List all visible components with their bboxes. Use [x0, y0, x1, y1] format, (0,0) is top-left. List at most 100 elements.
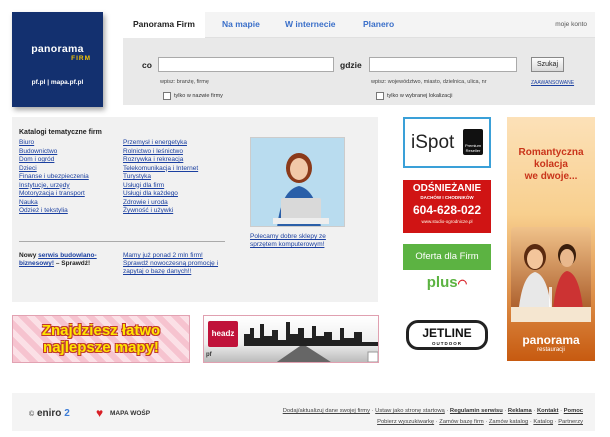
snow-removal-ad[interactable]: ODŚNIEŻANIE DACHÓW I CHODNIKÓW 604-628-0… — [403, 180, 491, 233]
catalog-link[interactable]: Dom i ogród — [19, 156, 89, 165]
wosp-text: MAPA WOŚP — [110, 409, 151, 417]
catalog-column-1: Biuro Budownictwo Dom i ogród Dzieci Fin… — [19, 139, 89, 216]
catalog-link[interactable]: Instytucje, urzędy — [19, 182, 89, 191]
footer-links-row2: Pobierz wyszukiwarkę · Zamów bazę firm ·… — [377, 419, 583, 425]
what-label: co — [142, 60, 152, 70]
restaurant-ad-line3: we dwoje... — [524, 171, 578, 182]
woman-laptop-photo[interactable] — [250, 137, 345, 227]
wosp-map-link[interactable]: ♥ MAPA WOŚP — [96, 406, 151, 420]
footer-link-terms[interactable]: Regulamin serwisu — [450, 408, 503, 414]
catalog-link[interactable]: Finanse i ubezpieczenia — [19, 173, 89, 182]
catalog-link[interactable]: Usługi dla firm — [123, 182, 198, 191]
what-input[interactable] — [158, 57, 334, 72]
search-button[interactable]: Szukaj — [531, 57, 564, 72]
restaurant-ad[interactable]: Romantyczna kolacja we dwoje... panorama… — [507, 117, 595, 361]
plus-offer-title: Oferta dla Firm — [403, 244, 491, 270]
logo-text: panorama — [31, 43, 84, 55]
maps-banner[interactable]: Znajdziesz łatwo najlepsze mapy! — [12, 315, 190, 363]
footer-link-advertising[interactable]: Reklama — [508, 408, 532, 414]
ispot-text: iSpot — [411, 132, 455, 153]
tab-planero[interactable]: Planero — [363, 19, 394, 29]
catalog-link[interactable]: Motoryzacja i transport — [19, 190, 89, 199]
plus-logo: plus◠ — [403, 274, 491, 291]
footer-link-order-database[interactable]: Zamów bazę firm — [439, 419, 483, 425]
restaurant-ad-line1: Romantyczna — [518, 147, 584, 158]
where-hint: wpisz: województwo, miasto, dzielnica, u… — [371, 79, 487, 85]
footer-link-partners[interactable]: Partnerzy — [558, 419, 583, 425]
maps-banner-line2: najlepsze mapy! — [43, 339, 159, 356]
catalog-link[interactable]: Usługi dla każdego — [123, 190, 198, 199]
jetline-ad[interactable]: JETLINE OUTDOOR — [403, 316, 491, 354]
promo-suffix: – Sprawdź! — [54, 260, 91, 267]
tab-panorama-firm[interactable]: Panorama Firm — [123, 12, 205, 38]
account-link[interactable]: moje konto — [555, 21, 587, 28]
photo-caption-link[interactable]: Polecamy dobre sklepy ze sprzętem komput… — [250, 233, 350, 249]
woman-laptop-illustration — [251, 138, 344, 226]
catalog-link[interactable]: Rozrywka i rekreacja — [123, 156, 198, 165]
panorama-restaurants-sub: restauracji — [537, 347, 565, 353]
checkbox-icon — [163, 92, 171, 100]
promo-prefix: Nowy — [19, 252, 37, 259]
headz-banner[interactable]: headz pf — [203, 315, 379, 363]
where-label: gdzie — [340, 60, 362, 70]
catalog-link[interactable]: Budownictwo — [19, 148, 89, 157]
eniro-text: eniro — [36, 408, 62, 419]
eniro-logo[interactable]: © eniro 2 — [29, 408, 70, 419]
panorama-restaurants-brand: panorama — [522, 333, 580, 347]
only-location-label: tylko w wybranej lokalizacji — [387, 93, 453, 99]
ispot-ad[interactable]: iSpot Premium Reseller — [403, 117, 491, 168]
jetline-frame: JETLINE OUTDOOR — [406, 320, 488, 350]
footer-link-set-homepage[interactable]: Ustaw jako stronę startową — [375, 408, 445, 414]
catalog-link[interactable]: Dzieci — [19, 165, 89, 174]
footer-link-catalog[interactable]: Katalog — [533, 419, 553, 425]
footer-link-order-catalog[interactable]: Zamów katalog — [489, 419, 528, 425]
panorama-restaurants-logo: panorama restauracji — [507, 333, 595, 353]
divider — [19, 241, 225, 242]
footer-link-add-company[interactable]: Dodaj/aktualizuj dane swojej firmy — [283, 408, 370, 414]
eniro-mark-icon: 2 — [64, 408, 70, 419]
catalog-link[interactable]: Rolnictwo i leśnictwo — [123, 148, 198, 157]
checkbox-icon — [376, 92, 384, 100]
footer-link-download-search[interactable]: Pobierz wyszukiwarkę — [377, 419, 434, 425]
catalog-link[interactable]: Turystyka — [123, 173, 198, 182]
catalog-title: Katalogi tematyczne firm — [19, 129, 102, 136]
footer-link-help[interactable]: Pomoc — [564, 408, 583, 414]
catalog-link[interactable]: Przemysł i energetyka — [123, 139, 198, 148]
apple-premium-icon: Premium Reseller — [463, 129, 483, 155]
promo-database-link[interactable]: Mamy już ponad 2 mln firm! Sprawdź nowoc… — [123, 252, 223, 276]
catalog-panel: Katalogi tematyczne firm Biuro Budownict… — [12, 117, 378, 302]
tab-w-internecie[interactable]: W internecie — [285, 19, 336, 29]
catalog-link[interactable]: Odzież i tekstylia — [19, 207, 89, 216]
snow-removal-url: www.studio-ogrodnicze.pl — [421, 219, 473, 224]
footer-link-contact[interactable]: Kontakt — [537, 408, 559, 414]
only-location-checkbox[interactable]: tylko w wybranej lokalizacji — [376, 92, 452, 100]
couple-dinner-illustration — [511, 244, 591, 322]
where-input[interactable] — [369, 57, 517, 72]
tab-na-mapie[interactable]: Na mapie — [222, 19, 260, 29]
headz-sub: pf — [206, 352, 212, 358]
snow-removal-title: ODŚNIEŻANIE — [412, 183, 482, 194]
logo-subtext: FIRM — [71, 55, 91, 62]
restaurant-ad-headline: Romantyczna kolacja we dwoje... — [507, 147, 595, 183]
couple-dinner-photo — [511, 227, 591, 322]
top-navigation: Panorama Firm Na mapie W internecie Plan… — [123, 12, 595, 38]
jetline-text: JETLINE — [422, 326, 472, 340]
catalog-link[interactable]: Biuro — [19, 139, 89, 148]
panorama-firm-logo[interactable]: panorama FIRM pf.pl | mapa.pf.pl — [12, 12, 103, 107]
footer: © eniro 2 ♥ MAPA WOŚP Dodaj/aktualizuj d… — [12, 393, 595, 431]
what-hint: wpisz: branżę, firmę — [160, 79, 209, 85]
plus-logo-text: plus — [426, 274, 458, 291]
promo-building-service: Nowy serwis budowlano-biznesowy! – Spraw… — [19, 252, 114, 268]
only-name-checkbox[interactable]: tylko w nazwie firmy — [163, 92, 223, 100]
jetline-sub: OUTDOOR — [432, 341, 462, 346]
search-panel: co wpisz: branżę, firmę tylko w nazwie f… — [123, 38, 595, 105]
logo-domains: pf.pl | mapa.pf.pl — [31, 79, 84, 86]
catalog-link[interactable]: Nauka — [19, 199, 89, 208]
advanced-search-link[interactable]: ZAAWANSOWANE — [531, 80, 574, 86]
plus-offer-ad[interactable]: Oferta dla Firm plus◠ — [403, 244, 491, 300]
heart-icon: ♥ — [96, 406, 104, 420]
catalog-link[interactable]: Telekomunikacja i Internet — [123, 165, 198, 174]
snow-removal-sub: DACHÓW I CHODNIKÓW — [420, 195, 474, 200]
catalog-link[interactable]: Żywność i używki — [123, 207, 198, 216]
catalog-link[interactable]: Zdrowie i uroda — [123, 199, 198, 208]
